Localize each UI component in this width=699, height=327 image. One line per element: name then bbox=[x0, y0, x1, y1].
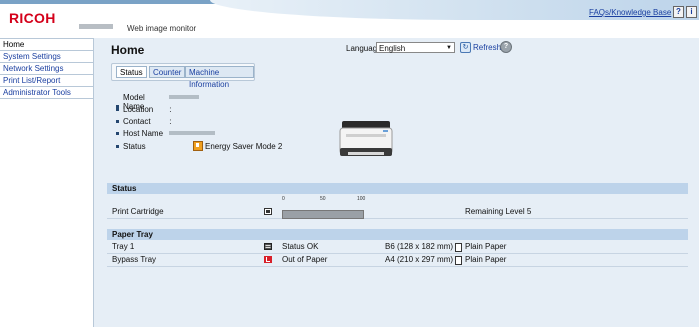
info-button[interactable]: i bbox=[686, 6, 697, 18]
status-label: Status bbox=[123, 142, 146, 151]
tab-bar: Status Counter Machine Information bbox=[111, 63, 255, 89]
bullet-icon bbox=[116, 120, 119, 124]
tray-status: Status OK bbox=[282, 242, 319, 251]
help-button[interactable]: ? bbox=[673, 6, 684, 18]
host-name-redacted bbox=[169, 131, 215, 135]
tray-name: Bypass Tray bbox=[112, 255, 157, 264]
remaining-level: Remaining Level 5 bbox=[465, 207, 532, 216]
tray-size: A4 (210 x 297 mm) bbox=[385, 255, 454, 264]
tray-type: Plain Paper bbox=[465, 242, 507, 251]
paper-orientation-icon bbox=[455, 243, 462, 252]
print-cartridge-row: Print Cartridge Remaining Level 5 bbox=[107, 206, 688, 219]
section-header-status: Status bbox=[107, 183, 688, 194]
scale-100: 100 bbox=[357, 196, 366, 202]
section-header-paper-tray: Paper Tray bbox=[107, 229, 688, 240]
tray-ok-icon bbox=[264, 243, 272, 250]
status-value: Energy Saver Mode 2 bbox=[205, 142, 283, 151]
info-host-name: Host Name bbox=[116, 129, 215, 138]
location-label: Location bbox=[123, 105, 154, 114]
language-select[interactable]: English ▼ bbox=[376, 42, 455, 53]
ricoh-logo: RICOH bbox=[9, 10, 56, 26]
location-value: : bbox=[169, 105, 172, 114]
model-name-redacted bbox=[169, 95, 199, 99]
tab-status[interactable]: Status bbox=[116, 66, 147, 78]
table-row: Bypass Tray Out of Paper A4 (210 x 297 m… bbox=[107, 254, 688, 267]
bullet-icon bbox=[116, 132, 119, 136]
refresh-link[interactable]: Refresh bbox=[473, 43, 501, 52]
tray-name: Tray 1 bbox=[112, 242, 135, 251]
main-panel: Home Language English ▼ ↻ Refresh ? Stat… bbox=[94, 38, 699, 327]
chevron-down-icon: ▼ bbox=[446, 45, 452, 51]
toner-level-fill bbox=[283, 211, 363, 218]
header: RICOH Web image monitor FAQs/Knowledge B… bbox=[0, 0, 699, 38]
toner-level-bar bbox=[282, 210, 364, 219]
bullet-icon bbox=[116, 108, 119, 112]
tray-status: Out of Paper bbox=[282, 255, 328, 264]
app-name: Web image monitor bbox=[127, 24, 197, 33]
faq-link[interactable]: FAQs/Knowledge Base bbox=[589, 8, 671, 17]
refresh-icon[interactable]: ↻ bbox=[460, 42, 471, 53]
help-icon[interactable]: ? bbox=[500, 41, 512, 53]
toner-icon bbox=[264, 208, 272, 215]
scale-50: 50 bbox=[320, 196, 326, 202]
bullet-icon bbox=[116, 145, 119, 149]
language-value: English bbox=[379, 44, 406, 53]
page-title: Home bbox=[111, 43, 145, 57]
paper-orientation-icon bbox=[455, 256, 462, 265]
sidebar: Home System Settings Network Settings Pr… bbox=[0, 38, 94, 327]
host-name-label: Host Name bbox=[123, 129, 164, 138]
out-of-paper-icon bbox=[264, 256, 272, 263]
printer-image bbox=[339, 121, 393, 156]
tab-counter[interactable]: Counter bbox=[149, 66, 186, 78]
info-status: Status Energy Saver Mode 2 bbox=[116, 141, 282, 151]
contact-label: Contact bbox=[123, 117, 151, 126]
tray-type: Plain Paper bbox=[465, 255, 507, 264]
model-name-redacted bbox=[79, 24, 113, 29]
tray-size: B6 (128 x 182 mm) bbox=[385, 242, 454, 251]
energy-saver-icon bbox=[193, 141, 203, 151]
info-location: Location : bbox=[116, 105, 171, 114]
info-contact: Contact : bbox=[116, 117, 171, 126]
tab-machine-information[interactable]: Machine Information bbox=[185, 66, 254, 89]
table-row: Tray 1 Status OK B6 (128 x 182 mm) Plain… bbox=[107, 241, 688, 254]
print-cartridge-label: Print Cartridge bbox=[112, 207, 164, 216]
scale-0: 0 bbox=[282, 196, 285, 202]
sidebar-item-administrator-tools[interactable]: Administrator Tools bbox=[0, 86, 93, 99]
contact-value: : bbox=[169, 117, 172, 126]
